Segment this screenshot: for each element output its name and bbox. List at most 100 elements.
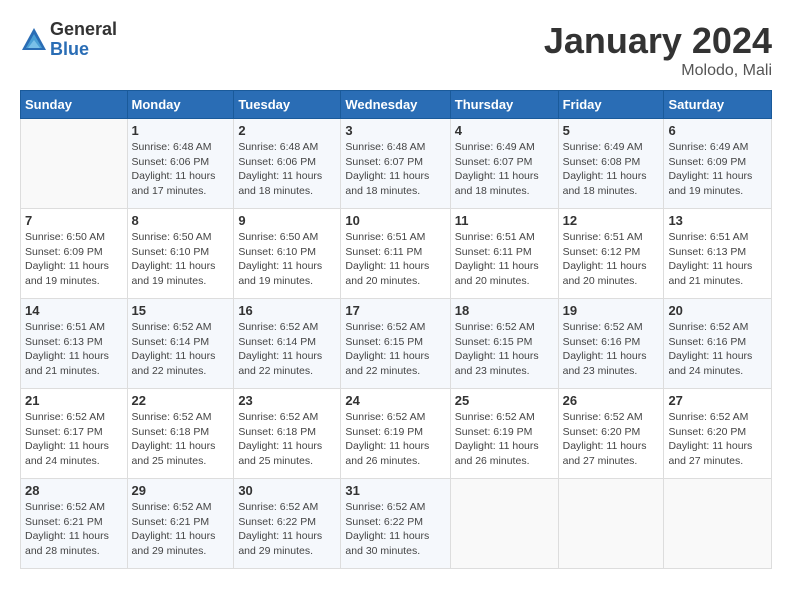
logo-general: General xyxy=(50,20,117,40)
calendar-cell: 8Sunrise: 6:50 AMSunset: 6:10 PMDaylight… xyxy=(127,209,234,299)
day-info: Sunrise: 6:49 AMSunset: 6:08 PMDaylight:… xyxy=(563,140,660,199)
week-row-2: 7Sunrise: 6:50 AMSunset: 6:09 PMDaylight… xyxy=(21,209,772,299)
calendar-cell: 27 Sunrise: 6:52 AMSunset: 6:20 PMDayligh… xyxy=(664,389,772,479)
header-day-friday: Friday xyxy=(558,91,664,119)
day-info: Sunrise: 6:52 AMSunset: 6:15 PMDaylight:… xyxy=(455,320,554,379)
day-info: Sunrise: 6:48 AMSunset: 6:06 PMDaylight:… xyxy=(132,140,230,199)
day-info: Sunrise: 6:52 AMSunset: 6:17 PMDaylight:… xyxy=(25,410,123,469)
calendar-cell: 13 Sunrise: 6:51 AMSunset: 6:13 PMDayligh… xyxy=(664,209,772,299)
day-number: 27 xyxy=(668,393,767,408)
calendar-cell: 7Sunrise: 6:50 AMSunset: 6:09 PMDaylight… xyxy=(21,209,128,299)
day-number: 23 xyxy=(238,393,336,408)
day-number: 1 xyxy=(132,123,230,138)
day-number: 6 xyxy=(668,123,767,138)
calendar-cell: 30 Sunrise: 6:52 AMSunset: 6:22 PMDayligh… xyxy=(234,479,341,569)
day-number: 8 xyxy=(132,213,230,228)
logo-text: General Blue xyxy=(50,20,117,60)
day-number: 4 xyxy=(455,123,554,138)
day-number: 29 xyxy=(132,483,230,498)
day-number: 12 xyxy=(563,213,660,228)
calendar-cell: 4 Sunrise: 6:49 AMSunset: 6:07 PMDaylight… xyxy=(450,119,558,209)
day-info: Sunrise: 6:51 AMSunset: 6:13 PMDaylight:… xyxy=(25,320,123,379)
day-info: Sunrise: 6:49 AMSunset: 6:07 PMDaylight:… xyxy=(455,140,554,199)
day-number: 16 xyxy=(238,303,336,318)
day-info: Sunrise: 6:51 AMSunset: 6:13 PMDaylight:… xyxy=(668,230,767,289)
header-day-saturday: Saturday xyxy=(664,91,772,119)
header-day-tuesday: Tuesday xyxy=(234,91,341,119)
month-title: January 2024 xyxy=(544,20,772,62)
calendar-cell: 17 Sunrise: 6:52 AMSunset: 6:15 PMDayligh… xyxy=(341,299,450,389)
day-number: 25 xyxy=(455,393,554,408)
day-info: Sunrise: 6:52 AMSunset: 6:16 PMDaylight:… xyxy=(563,320,660,379)
day-number: 13 xyxy=(668,213,767,228)
day-number: 15 xyxy=(132,303,230,318)
day-info: Sunrise: 6:52 AMSunset: 6:21 PMDaylight:… xyxy=(132,500,230,559)
logo-blue: Blue xyxy=(50,40,117,60)
day-info: Sunrise: 6:52 AMSunset: 6:14 PMDaylight:… xyxy=(132,320,230,379)
day-number: 30 xyxy=(238,483,336,498)
calendar-cell: 28 Sunrise: 6:52 AMSunset: 6:21 PMDayligh… xyxy=(21,479,128,569)
calendar-cell: 16Sunrise: 6:52 AMSunset: 6:14 PMDayligh… xyxy=(234,299,341,389)
day-info: Sunrise: 6:52 AMSunset: 6:16 PMDaylight:… xyxy=(668,320,767,379)
day-info: Sunrise: 6:52 AMSunset: 6:18 PMDaylight:… xyxy=(238,410,336,469)
day-number: 28 xyxy=(25,483,123,498)
day-info: Sunrise: 6:52 AMSunset: 6:22 PMDaylight:… xyxy=(345,500,445,559)
header-day-sunday: Sunday xyxy=(21,91,128,119)
day-number: 10 xyxy=(345,213,445,228)
header-day-wednesday: Wednesday xyxy=(341,91,450,119)
calendar-cell: 5 Sunrise: 6:49 AMSunset: 6:08 PMDaylight… xyxy=(558,119,664,209)
calendar-cell: 10Sunrise: 6:51 AMSunset: 6:11 PMDayligh… xyxy=(341,209,450,299)
day-info: Sunrise: 6:48 AMSunset: 6:06 PMDaylight:… xyxy=(238,140,336,199)
calendar-cell: 15 Sunrise: 6:52 AMSunset: 6:14 PMDayligh… xyxy=(127,299,234,389)
day-number: 18 xyxy=(455,303,554,318)
calendar-cell: 21Sunrise: 6:52 AMSunset: 6:17 PMDayligh… xyxy=(21,389,128,479)
day-number: 7 xyxy=(25,213,123,228)
week-row-1: 1 Sunrise: 6:48 AMSunset: 6:06 PMDaylight… xyxy=(21,119,772,209)
day-number: 2 xyxy=(238,123,336,138)
day-number: 9 xyxy=(238,213,336,228)
day-info: Sunrise: 6:52 AMSunset: 6:20 PMDaylight:… xyxy=(563,410,660,469)
calendar-table: SundayMondayTuesdayWednesdayThursdayFrid… xyxy=(20,90,772,569)
logo-icon xyxy=(20,26,48,54)
day-number: 14 xyxy=(25,303,123,318)
day-number: 22 xyxy=(132,393,230,408)
day-number: 17 xyxy=(345,303,445,318)
calendar-cell: 18 Sunrise: 6:52 AMSunset: 6:15 PMDayligh… xyxy=(450,299,558,389)
calendar-cell xyxy=(21,119,128,209)
calendar-cell xyxy=(664,479,772,569)
day-info: Sunrise: 6:49 AMSunset: 6:09 PMDaylight:… xyxy=(668,140,767,199)
calendar-cell: 23 Sunrise: 6:52 AMSunset: 6:18 PMDayligh… xyxy=(234,389,341,479)
calendar-cell: 3Sunrise: 6:48 AMSunset: 6:07 PMDaylight… xyxy=(341,119,450,209)
header-day-monday: Monday xyxy=(127,91,234,119)
calendar-cell: 14 Sunrise: 6:51 AMSunset: 6:13 PMDayligh… xyxy=(21,299,128,389)
day-number: 24 xyxy=(345,393,445,408)
calendar-body: 1 Sunrise: 6:48 AMSunset: 6:06 PMDaylight… xyxy=(21,119,772,569)
day-info: Sunrise: 6:52 AMSunset: 6:22 PMDaylight:… xyxy=(238,500,336,559)
header-day-thursday: Thursday xyxy=(450,91,558,119)
calendar-cell: 12Sunrise: 6:51 AMSunset: 6:12 PMDayligh… xyxy=(558,209,664,299)
day-number: 5 xyxy=(563,123,660,138)
calendar-cell: 2 Sunrise: 6:48 AMSunset: 6:06 PMDaylight… xyxy=(234,119,341,209)
week-row-5: 28 Sunrise: 6:52 AMSunset: 6:21 PMDayligh… xyxy=(21,479,772,569)
header-row: SundayMondayTuesdayWednesdayThursdayFrid… xyxy=(21,91,772,119)
day-info: Sunrise: 6:52 AMSunset: 6:20 PMDaylight:… xyxy=(668,410,767,469)
day-info: Sunrise: 6:52 AMSunset: 6:15 PMDaylight:… xyxy=(345,320,445,379)
day-info: Sunrise: 6:48 AMSunset: 6:07 PMDaylight:… xyxy=(345,140,445,199)
calendar-cell: 25 Sunrise: 6:52 AMSunset: 6:19 PMDayligh… xyxy=(450,389,558,479)
day-number: 11 xyxy=(455,213,554,228)
day-info: Sunrise: 6:50 AMSunset: 6:10 PMDaylight:… xyxy=(238,230,336,289)
title-section: January 2024 Molodo, Mali xyxy=(544,20,772,80)
day-info: Sunrise: 6:52 AMSunset: 6:19 PMDaylight:… xyxy=(455,410,554,469)
day-number: 31 xyxy=(345,483,445,498)
calendar-header: SundayMondayTuesdayWednesdayThursdayFrid… xyxy=(21,91,772,119)
day-info: Sunrise: 6:52 AMSunset: 6:21 PMDaylight:… xyxy=(25,500,123,559)
day-info: Sunrise: 6:52 AMSunset: 6:19 PMDaylight:… xyxy=(345,410,445,469)
calendar-cell: 19Sunrise: 6:52 AMSunset: 6:16 PMDayligh… xyxy=(558,299,664,389)
calendar-cell: 20Sunrise: 6:52 AMSunset: 6:16 PMDayligh… xyxy=(664,299,772,389)
calendar-cell: 31 Sunrise: 6:52 AMSunset: 6:22 PMDayligh… xyxy=(341,479,450,569)
calendar-cell: 1 Sunrise: 6:48 AMSunset: 6:06 PMDaylight… xyxy=(127,119,234,209)
calendar-cell xyxy=(558,479,664,569)
day-info: Sunrise: 6:52 AMSunset: 6:18 PMDaylight:… xyxy=(132,410,230,469)
day-info: Sunrise: 6:51 AMSunset: 6:11 PMDaylight:… xyxy=(455,230,554,289)
week-row-3: 14 Sunrise: 6:51 AMSunset: 6:13 PMDayligh… xyxy=(21,299,772,389)
